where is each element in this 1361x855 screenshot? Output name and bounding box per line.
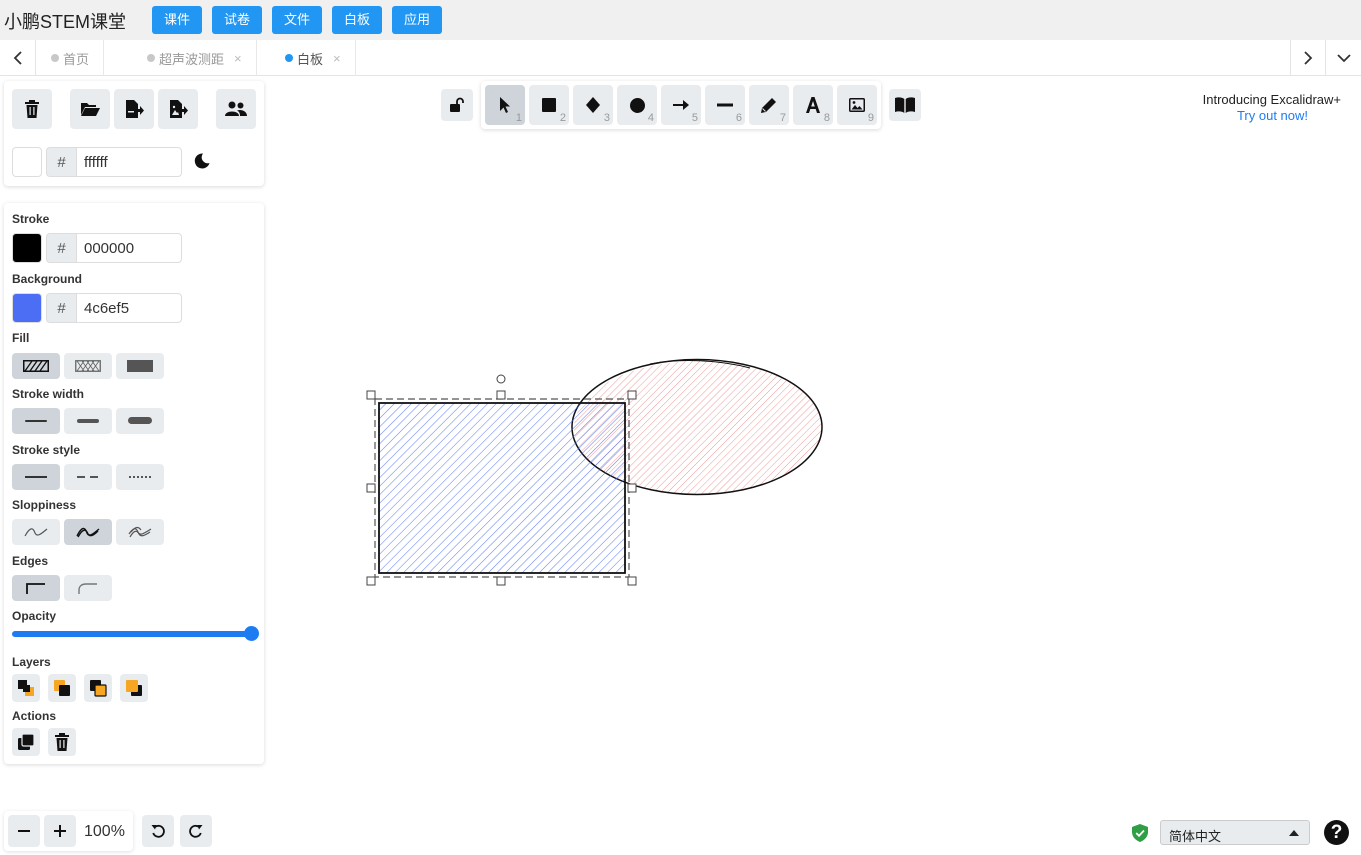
zoom-in-button[interactable] <box>44 815 76 847</box>
rotation-handle[interactable] <box>496 374 506 384</box>
drawing-canvas[interactable] <box>0 0 1361 855</box>
language-selected-label: 简体中文 <box>1169 829 1222 844</box>
redo-icon <box>189 824 203 838</box>
minus-icon <box>18 830 30 832</box>
help-icon[interactable]: ? <box>1324 820 1349 845</box>
rectangle-shape[interactable] <box>378 402 626 574</box>
zoom-controls: 100% <box>4 811 133 851</box>
zoom-out-button[interactable] <box>8 815 40 847</box>
redo-button[interactable] <box>180 815 212 847</box>
undo-button[interactable] <box>142 815 174 847</box>
language-select[interactable]: 简体中文 <box>1160 820 1310 845</box>
shield-check-icon <box>1132 824 1148 842</box>
plus-icon <box>54 825 66 837</box>
undo-icon <box>151 824 165 838</box>
caret-up-icon <box>1289 830 1299 836</box>
zoom-level[interactable]: 100% <box>84 823 125 841</box>
